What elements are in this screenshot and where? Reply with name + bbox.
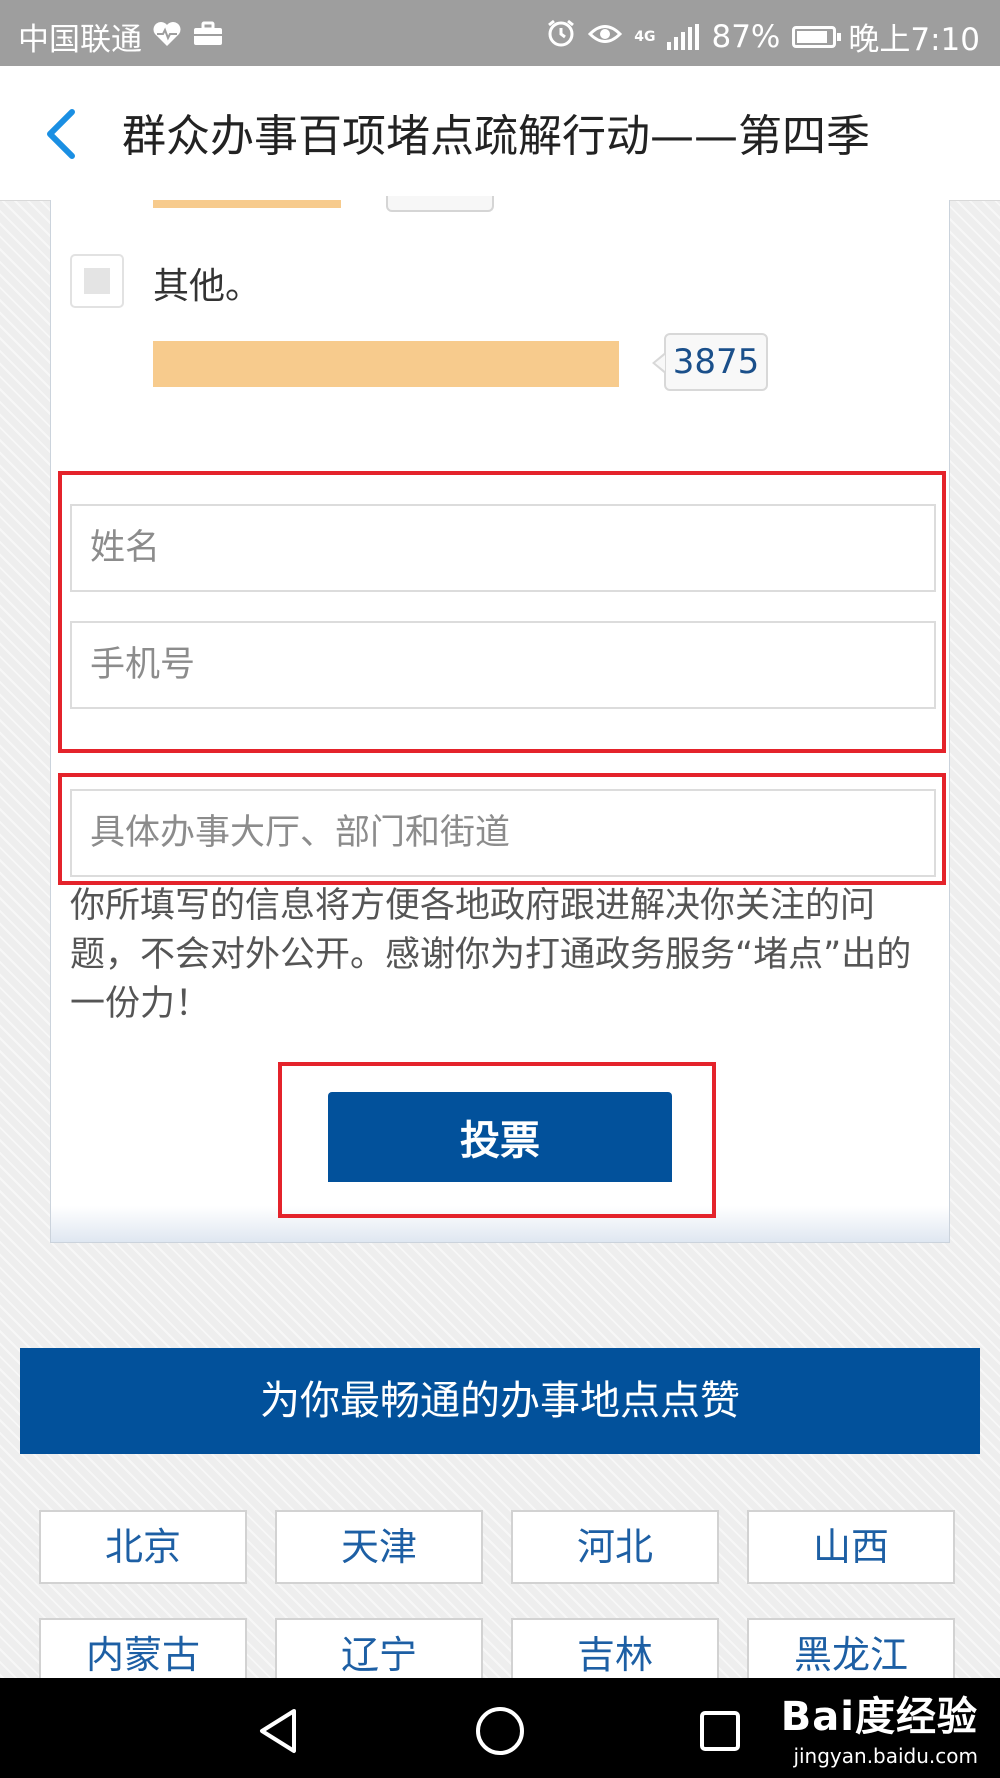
square-recents-icon <box>700 1711 740 1751</box>
health-icon <box>152 19 182 55</box>
vote-button[interactable]: 投票 <box>328 1092 672 1182</box>
status-right: 4G 87% 晚上7:10 <box>546 14 980 59</box>
checkbox-mark <box>84 268 110 294</box>
privacy-notice: 你所填写的信息将方便各地政府跟进解决你关注的问题，不会对外公开。感谢你为打通政务… <box>70 886 912 1024</box>
nav-home-button[interactable] <box>472 1703 528 1759</box>
network-type: 4G <box>634 28 656 45</box>
back-button[interactable] <box>38 106 88 162</box>
page-title: 群众办事百项堵点疏解行动——第四季 <box>122 111 870 162</box>
chevron-left-icon <box>47 109 75 159</box>
signal-icon <box>667 23 700 50</box>
name-input[interactable] <box>70 504 936 592</box>
nav-back-button[interactable] <box>252 1703 308 1759</box>
region-button-tianjin[interactable]: 天津 <box>275 1510 483 1584</box>
battery-level <box>797 30 828 43</box>
navigation-bar: Bai度经验 jingyan.baidu.com <box>0 1678 1000 1778</box>
nav-recents-button[interactable] <box>692 1703 748 1759</box>
location-input[interactable] <box>70 789 936 877</box>
briefcase-icon <box>192 19 224 55</box>
triangle-back-icon <box>260 1709 296 1753</box>
watermark-url: jingyan.baidu.com <box>793 1744 978 1768</box>
region-button-heilongjiang[interactable]: 黑龙江 <box>747 1618 955 1678</box>
battery-icon <box>792 25 842 48</box>
clock: 晚上7:10 <box>848 22 980 58</box>
baidu-watermark: Bai度经验 jingyan.baidu.com <box>781 1684 978 1768</box>
eye-icon <box>588 19 623 55</box>
region-button-beijing[interactable]: 北京 <box>39 1510 247 1584</box>
region-section-title: 为你最畅通的办事地点点赞 <box>20 1348 980 1454</box>
app-header: 群众办事百项堵点疏解行动——第四季 <box>0 66 1000 201</box>
option-label: 其他。 <box>153 266 262 307</box>
previous-option-count <box>386 196 494 212</box>
battery-percent: 87% <box>711 18 781 55</box>
region-button-neimenggu[interactable]: 内蒙古 <box>39 1618 247 1678</box>
carrier-label: 中国联通 <box>18 22 142 58</box>
region-button-hebei[interactable]: 河北 <box>511 1510 719 1584</box>
vote-count: 3875 <box>652 333 768 391</box>
option-checkbox[interactable] <box>70 254 124 308</box>
alarm-icon <box>546 18 576 56</box>
region-button-shanxi[interactable]: 山西 <box>747 1510 955 1584</box>
phone-input[interactable] <box>70 621 936 709</box>
previous-option-bar <box>153 200 341 208</box>
region-button-liaoning[interactable]: 辽宁 <box>275 1618 483 1678</box>
status-bar: 中国联通 4G 87% 晚上7:10 <box>0 0 1000 66</box>
circle-home-icon <box>476 1707 524 1755</box>
status-left: 中国联通 <box>18 14 224 59</box>
region-button-jilin[interactable]: 吉林 <box>511 1618 719 1678</box>
region-grid: 北京 天津 河北 山西 内蒙古 辽宁 吉林 黑龙江 <box>39 1510 959 1678</box>
vote-progress-bar <box>153 341 619 387</box>
watermark-logo: Bai度经验 <box>780 1694 978 1740</box>
